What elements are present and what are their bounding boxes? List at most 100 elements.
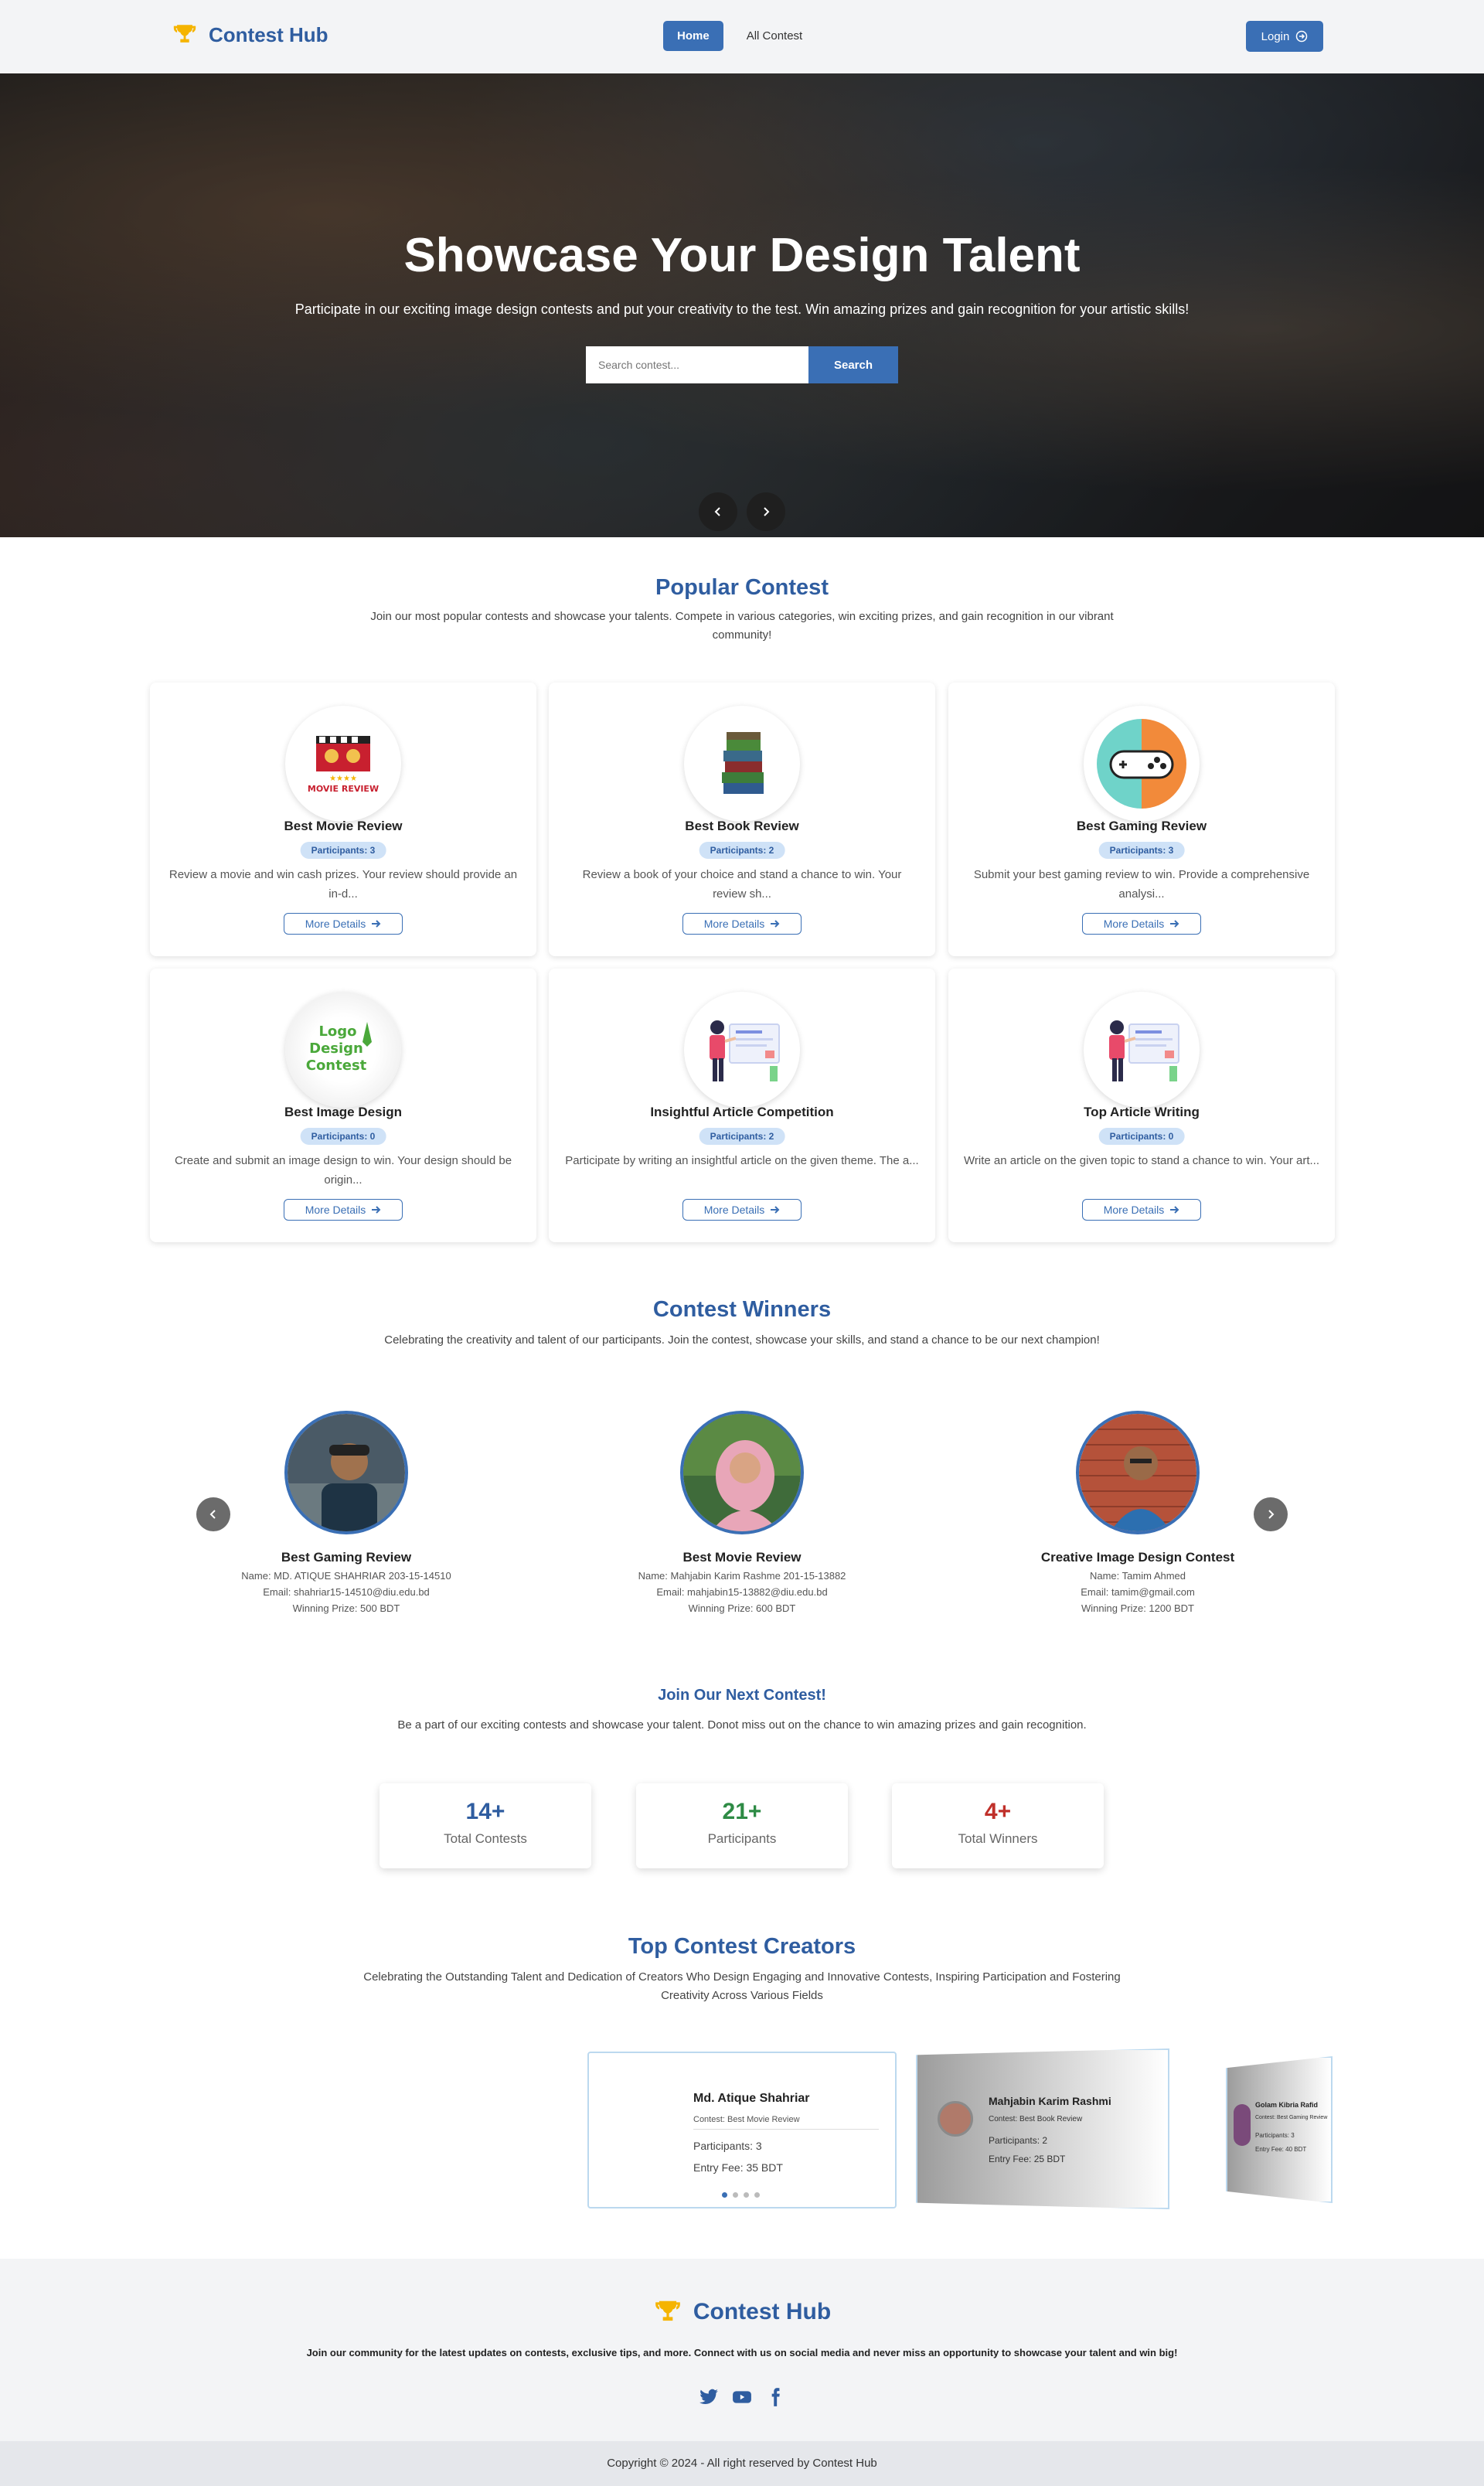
popular-desc: Join our most popular contests and showc… [370, 610, 1114, 642]
hero-subtitle: Participate in our exciting image design… [294, 301, 1190, 317]
more-details-button[interactable]: More Details [682, 1199, 802, 1221]
more-details-label: More Details [703, 918, 765, 930]
creator-card-active[interactable]: Md. Atique Shahriar Contest: Best Movie … [587, 2052, 897, 2208]
contest-card: ★★★★ MOVIE REVIEW Best Movie Review Part… [150, 683, 536, 956]
winner-prize: Winning Prize: 600 BDT [688, 1602, 796, 1614]
twitter-icon[interactable] [699, 2387, 719, 2407]
join-desc: Be a part of our exciting contests and s… [397, 1718, 1087, 1732]
arrow-right-icon [771, 1206, 780, 1214]
hero-prev-button[interactable] [699, 492, 737, 531]
arrow-right-icon [372, 920, 381, 928]
winner-contest-title: Best Movie Review [682, 1550, 802, 1565]
login-button[interactable]: Login [1246, 21, 1323, 52]
more-details-label: More Details [703, 1204, 765, 1216]
creator-entry-fee: Entry Fee: 25 BDT [989, 2154, 1066, 2164]
contest-card: Best Gaming Review Participants: 3 Submi… [948, 683, 1335, 956]
footer-brand: Contest Hub [0, 2297, 1484, 2327]
footer: Contest Hub Join our community for the l… [0, 2259, 1484, 2441]
creator-contest: Contest: Best Gaming Review [1255, 2115, 1328, 2120]
creators-title: Top Contest Creators [628, 1934, 856, 1959]
carousel-dot[interactable] [733, 2192, 738, 2198]
carousel-dot[interactable] [754, 2192, 760, 2198]
contest-title: Best Book Review [685, 819, 799, 833]
creator-contest: Contest: Best Book Review [989, 2115, 1083, 2123]
more-details-button[interactable]: More Details [1082, 1199, 1201, 1221]
stat-label: Participants [707, 1831, 777, 1846]
carousel-dots [722, 2192, 760, 2198]
hero-title: Showcase Your Design Talent [403, 229, 1081, 282]
stat-participants: 21+ Participants [636, 1783, 848, 1868]
participants-badge: Participants: 2 [699, 842, 785, 859]
contest-card: Insightful Article Competition Participa… [549, 969, 935, 1242]
more-details-button[interactable]: More Details [1082, 913, 1201, 935]
chevron-left-icon [714, 507, 720, 516]
svg-text:Design: Design [309, 1040, 363, 1057]
brand-name: Contest Hub [209, 22, 328, 46]
creator-entry-fee: Entry Fee: 35 BDT [693, 2161, 783, 2174]
copyright: Copyright © 2024 - All right reserved by… [0, 2441, 1484, 2486]
winner-name: Name: Tamim Ahmed [1089, 1570, 1186, 1582]
winner-card: Best Movie Review Name: Mahjabin Karim R… [549, 1411, 935, 1614]
contest-title: Best Image Design [284, 1105, 403, 1119]
contest-title: Best Movie Review [284, 819, 403, 833]
hero-next-button[interactable] [747, 492, 785, 531]
contest-desc: Review a movie and win cash prizes. Your… [168, 868, 518, 901]
chevron-right-icon [764, 507, 770, 516]
more-details-button[interactable]: More Details [284, 913, 403, 935]
contest-desc: Write an article on the given topic to s… [964, 1154, 1319, 1167]
arrow-right-icon [1170, 920, 1179, 928]
winner-prize: Winning Prize: 1200 BDT [1081, 1602, 1194, 1614]
trophy-icon [173, 25, 196, 43]
article-writer-icon [684, 992, 800, 1108]
more-details-label: More Details [305, 1204, 366, 1216]
more-details-label: More Details [305, 918, 366, 930]
winner-avatar [284, 1411, 408, 1534]
contest-desc: Participate by writing an insightful art… [565, 1154, 919, 1167]
participants-badge: Participants: 2 [699, 1128, 785, 1145]
contest-card: Logo Design Contest Best Image Design Pa… [150, 969, 536, 1242]
stat-label: Total Contests [444, 1831, 527, 1846]
stat-value: 14+ [465, 1799, 505, 1824]
youtube-icon[interactable] [731, 2387, 753, 2407]
search-input[interactable] [586, 346, 808, 383]
trophy-icon [655, 2300, 680, 2321]
creator-avatar [1234, 2104, 1251, 2146]
arrow-right-icon [771, 920, 780, 928]
navbar: Contest Hub Home All Contest Login [0, 0, 1484, 73]
creators-desc: Celebrating the Outstanding Talent and D… [363, 1970, 1121, 2002]
winner-card: Best Gaming Review Name: MD. ATIQUE SHAH… [153, 1411, 539, 1614]
contest-desc: Create and submit an image design to win… [174, 1154, 512, 1187]
carousel-dot[interactable] [744, 2192, 749, 2198]
books-icon [684, 706, 800, 822]
creator-participants: Participants: 3 [1255, 2132, 1295, 2139]
logo-design-icon: Logo Design Contest [285, 992, 401, 1108]
stat-total-winners: 4+ Total Winners [892, 1783, 1104, 1868]
contest-desc: Submit your best gaming review to win. P… [973, 868, 1310, 901]
more-details-button[interactable]: More Details [284, 1199, 403, 1221]
hero-banner: Showcase Your Design Talent Participate … [0, 73, 1484, 537]
facebook-icon[interactable] [765, 2387, 785, 2407]
winner-contest-title: Creative Image Design Contest [1040, 1550, 1235, 1565]
nav-home-link[interactable]: Home [663, 21, 723, 51]
svg-text:Logo: Logo [318, 1023, 356, 1040]
carousel-dot[interactable] [722, 2192, 727, 2198]
social-links [0, 2387, 1484, 2407]
more-details-button[interactable]: More Details [682, 913, 802, 935]
contest-title: Top Article Writing [1084, 1105, 1200, 1119]
search-button[interactable]: Search [808, 346, 898, 383]
creator-name: Md. Atique Shahriar [693, 2092, 810, 2105]
winner-avatar [680, 1411, 804, 1534]
svg-text:Contest: Contest [306, 1057, 367, 1074]
popular-title: Popular Contest [655, 575, 829, 600]
creator-card-third[interactable]: Golam Kibria Rafid Contest: Best Gaming … [1226, 2056, 1333, 2203]
creator-name: Mahjabin Karim Rashmi [989, 2095, 1111, 2107]
nav-all-contest-link[interactable]: All Contest [733, 21, 817, 51]
brand[interactable]: Contest Hub [172, 22, 328, 48]
participants-badge: Participants: 3 [1098, 842, 1185, 859]
svg-text:★★★★: ★★★★ [329, 775, 357, 783]
winner-name: Name: Mahjabin Karim Rashme 201-15-13882 [638, 1570, 846, 1582]
article-writer-icon [1084, 992, 1200, 1108]
winner-avatar [1076, 1411, 1200, 1534]
creator-card-next[interactable]: Mahjabin Karim Rashmi Contest: Best Book… [916, 2048, 1169, 2209]
svg-text:MOVIE REVIEW: MOVIE REVIEW [308, 784, 379, 794]
